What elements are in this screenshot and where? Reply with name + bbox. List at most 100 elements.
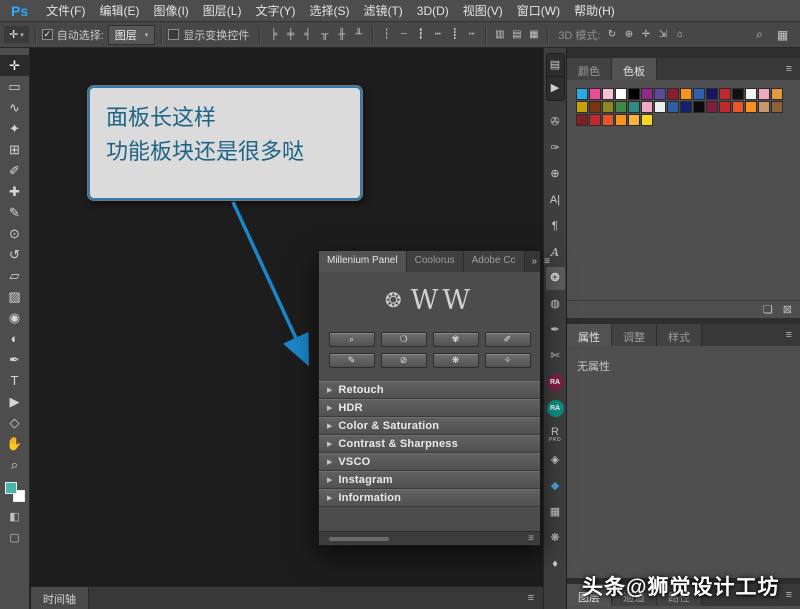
auto-select-checkbox[interactable]: ✓ — [42, 29, 53, 40]
brush-tool[interactable]: ✎ — [0, 202, 29, 223]
color-swatch[interactable] — [615, 88, 627, 100]
brush-button[interactable]: ✎ — [329, 353, 375, 368]
scissors-icon[interactable]: ✄ — [546, 345, 565, 368]
color-swatch[interactable] — [589, 114, 601, 126]
shape-tool[interactable]: ◇ — [0, 412, 29, 433]
panel-section-header[interactable]: ▶ VSCO — [319, 453, 540, 471]
distribute-center-icon[interactable]: ┋ — [447, 27, 462, 43]
color-swatch[interactable] — [628, 101, 640, 113]
panel-menu-icon[interactable]: ≡ — [778, 58, 800, 80]
path-select-tool[interactable]: ▶ — [0, 391, 29, 412]
color-swatch[interactable] — [602, 88, 614, 100]
color-swatch[interactable] — [771, 88, 783, 100]
eyedropper-tool[interactable]: ✐ — [0, 160, 29, 181]
lasso-tool[interactable]: ∿ — [0, 97, 29, 118]
history-brush-tool[interactable]: ↺ — [0, 244, 29, 265]
color-swatch[interactable] — [732, 88, 744, 100]
wand-button[interactable]: ✧ — [485, 353, 531, 368]
color-swatch[interactable] — [667, 101, 679, 113]
retouch-pro-badge[interactable]: R PRO — [546, 423, 565, 446]
3d-rotate-icon[interactable]: ↻ — [605, 27, 620, 43]
panel-tab[interactable]: 色板 — [612, 58, 657, 80]
panel-section-header[interactable]: ▶ Color & Saturation — [319, 417, 540, 435]
color-swatch[interactable] — [745, 88, 757, 100]
show-transform-checkbox[interactable] — [168, 29, 179, 40]
menu-item[interactable]: 编辑(E) — [92, 2, 146, 19]
color-swatch[interactable] — [576, 114, 588, 126]
color-swatch[interactable] — [589, 101, 601, 113]
floating-panel-tab[interactable]: Millenium Panel — [319, 251, 407, 272]
arrange-icon-2[interactable]: ▤ — [509, 27, 524, 43]
color-swatch[interactable] — [628, 88, 640, 100]
color-swatch[interactable] — [680, 101, 692, 113]
ra-badge-dark[interactable]: RA — [547, 374, 564, 391]
color-swatch[interactable] — [641, 114, 653, 126]
panel-menu-icon[interactable]: ≡ — [778, 324, 800, 346]
menu-item[interactable]: 窗口(W) — [510, 2, 567, 19]
panel-menu-icon[interactable]: ≡ — [778, 584, 800, 606]
color-swatch[interactable] — [615, 101, 627, 113]
3d-slide-icon[interactable]: ⇲ — [656, 27, 671, 43]
menu-item[interactable]: 文字(Y) — [248, 2, 302, 19]
color-swatch[interactable] — [602, 101, 614, 113]
menu-item[interactable]: 选择(S) — [302, 2, 356, 19]
color-swatch[interactable] — [576, 88, 588, 100]
pen-button[interactable]: ✐ — [485, 332, 531, 347]
color-swatch[interactable] — [719, 101, 731, 113]
color-swatch[interactable] — [745, 101, 757, 113]
scrollbar-thumb[interactable] — [329, 537, 389, 541]
panel-tab[interactable]: 颜色 — [567, 58, 612, 80]
magic-wand-tool[interactable]: ✦ — [0, 118, 29, 139]
marquee-tool[interactable]: ▭ — [0, 76, 29, 97]
distribute-middle-icon[interactable]: ┄ — [396, 27, 411, 43]
ra-badge-teal[interactable]: RA — [547, 400, 564, 417]
color-swatch[interactable] — [693, 101, 705, 113]
screen-mode-icon[interactable]: ▢ — [0, 527, 29, 548]
color-swatch[interactable] — [641, 88, 653, 100]
menu-item[interactable]: 滤镜(T) — [356, 2, 409, 19]
panel-section-header[interactable]: ▶ Retouch — [319, 381, 540, 399]
3d-roll-icon[interactable]: ⊕ — [622, 27, 637, 43]
color-swatch[interactable] — [667, 88, 679, 100]
panel-menu-icon[interactable]: ≡ — [519, 587, 543, 609]
panel-section-header[interactable]: ▶ Contrast & Sharpness — [319, 435, 540, 453]
gradient-tool[interactable]: ▨ — [0, 286, 29, 307]
distribute-right-icon[interactable]: ┉ — [464, 27, 479, 43]
menu-item[interactable]: 3D(D) — [410, 4, 456, 18]
new-swatch-icon[interactable]: ❏ — [763, 303, 773, 316]
droplet-panel-icon[interactable]: ♦ — [546, 553, 565, 576]
crop-tool[interactable]: ⊞ — [0, 139, 29, 160]
grid-panel-icon[interactable]: ▦ — [546, 501, 565, 524]
menu-item[interactable]: 视图(V) — [456, 2, 510, 19]
eraser-tool[interactable]: ▱ — [0, 265, 29, 286]
arrange-icon-1[interactable]: ▥ — [492, 27, 507, 43]
color-swatch[interactable] — [732, 101, 744, 113]
floating-panel-tab[interactable]: Adobe Cc — [464, 251, 525, 272]
panel-section-header[interactable]: ▶ HDR — [319, 399, 540, 417]
actions-panel-icon[interactable]: ▶ — [546, 77, 565, 100]
zoom-tool[interactable]: ⌕ — [0, 454, 29, 475]
timeline-tab[interactable]: 时间轴 — [31, 587, 89, 609]
move-tool[interactable]: ✛ — [0, 55, 29, 76]
patch-button[interactable]: ⊘ — [381, 353, 427, 368]
brush-settings-icon[interactable]: ✑ — [546, 137, 565, 160]
photoshop-logo[interactable]: Ps — [0, 3, 39, 19]
color-swatch[interactable] — [680, 88, 692, 100]
panel-footer-menu-icon[interactable]: ≡ — [528, 533, 534, 544]
panel-section-header[interactable]: ▶ Instagram — [319, 471, 540, 489]
snowflake-panel-icon[interactable]: ❋ — [546, 527, 565, 550]
portrait-button[interactable]: ✾ — [433, 332, 479, 347]
zoom-button[interactable]: ⌕ — [329, 332, 375, 347]
arrange-icon-3[interactable]: ▦ — [526, 27, 541, 43]
color-swatch[interactable] — [693, 88, 705, 100]
menu-item[interactable]: 图层(L) — [196, 2, 249, 19]
color-button[interactable]: ❍ — [381, 332, 427, 347]
menu-item[interactable]: 帮助(H) — [567, 2, 622, 19]
panel-tab[interactable]: 属性 — [567, 324, 612, 346]
panel-menu-icon[interactable]: ≡ — [544, 256, 550, 267]
color-swatch[interactable] — [771, 101, 783, 113]
clone-stamp-tool[interactable]: ⊙ — [0, 223, 29, 244]
distribute-left-icon[interactable]: ┅ — [430, 27, 445, 43]
blue-cube-panel-icon[interactable]: ◆ — [546, 475, 565, 498]
align-bottom-icon[interactable]: ╨ — [351, 27, 366, 43]
